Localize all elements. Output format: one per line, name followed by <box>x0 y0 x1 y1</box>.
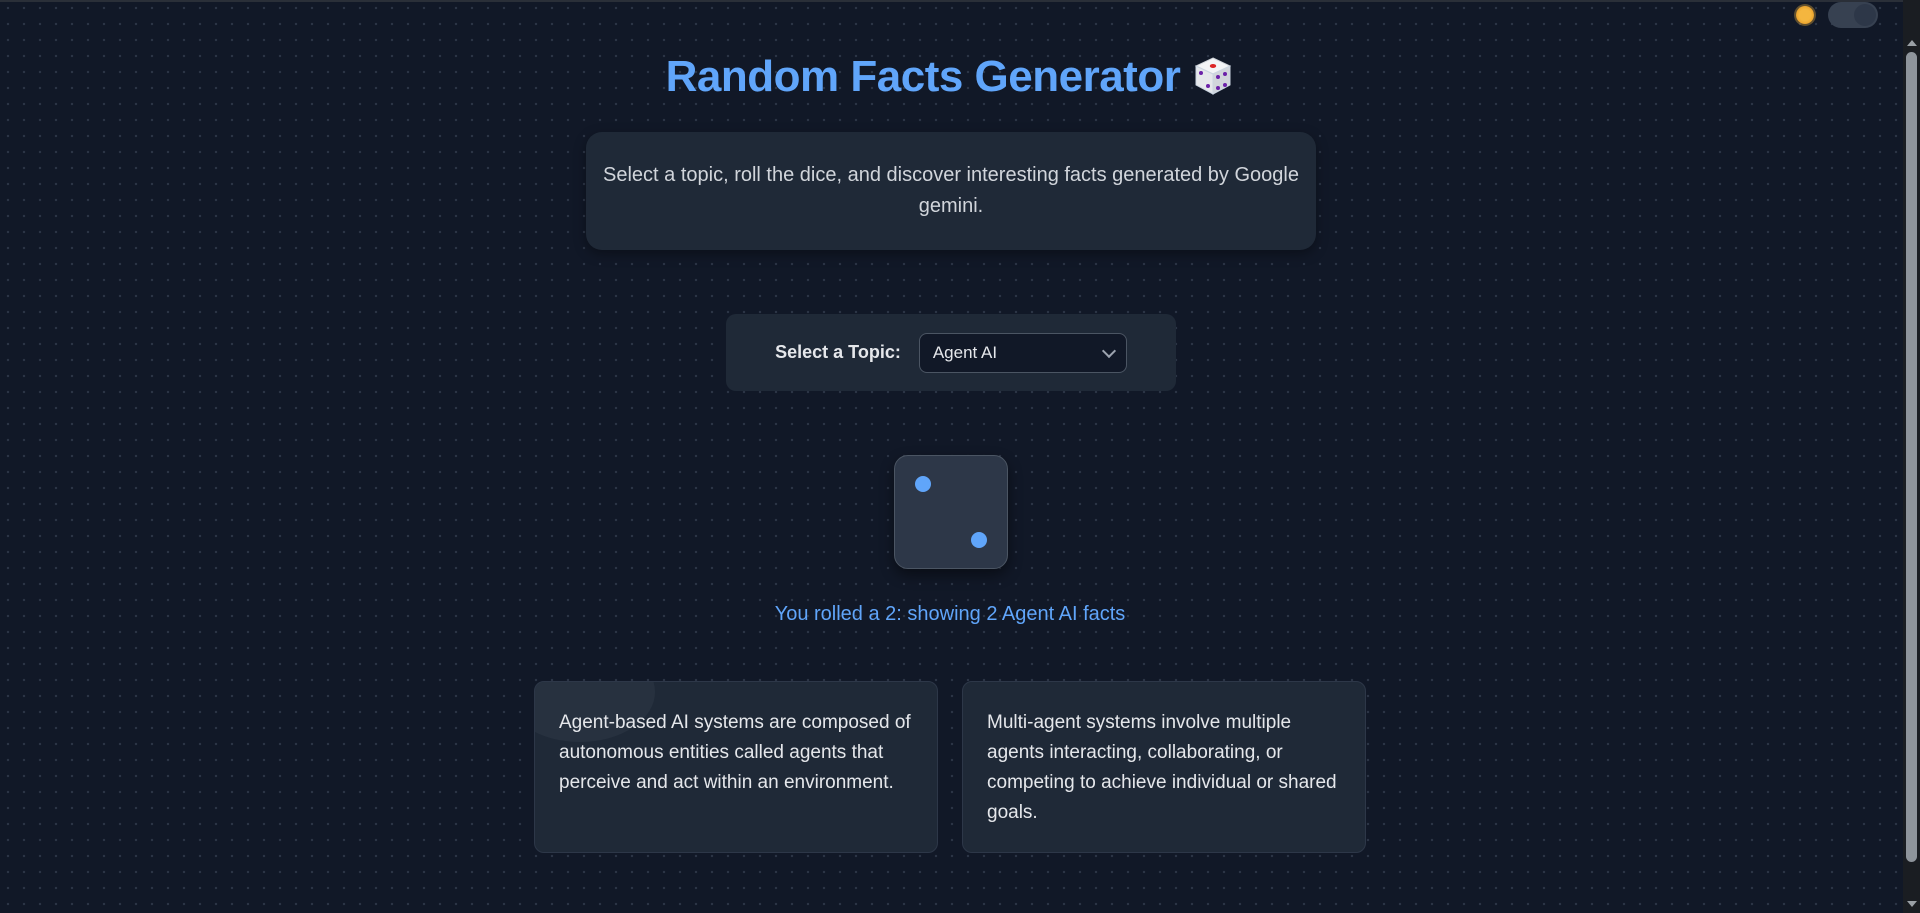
fact-text: Agent-based AI systems are composed of a… <box>559 712 911 793</box>
page-scrollbar[interactable] <box>1903 0 1920 913</box>
topic-select-value: Agent AI <box>932 342 998 362</box>
scroll-down-icon[interactable] <box>1907 901 1917 907</box>
scroll-up-icon[interactable] <box>1907 40 1917 46</box>
fact-card: Agent-based AI systems are composed of a… <box>534 681 938 853</box>
chevron-down-icon <box>1101 343 1116 358</box>
facts-list: Agent-based AI systems are composed of a… <box>534 681 1368 853</box>
fact-card: Multi-agent systems involve multiple age… <box>962 681 1366 853</box>
fact-text: Multi-agent systems involve multiple age… <box>987 712 1337 823</box>
page-title: Random Facts Generator <box>0 52 1900 102</box>
browser-top-border <box>0 0 1920 2</box>
scrollbar-thumb[interactable] <box>1906 52 1917 862</box>
theme-toggle[interactable] <box>1790 2 1880 28</box>
dice-button[interactable] <box>894 455 1008 569</box>
topic-selector: Select a Topic: Agent AI <box>726 314 1176 391</box>
topic-select[interactable]: Agent AI <box>918 332 1127 373</box>
die-pip <box>971 532 987 548</box>
dice-icon <box>1192 55 1234 97</box>
die-pip <box>915 476 931 492</box>
intro-text: Select a topic, roll the dice, and disco… <box>603 164 1299 217</box>
page-title-text: Random Facts Generator <box>665 52 1181 101</box>
intro-card: Select a topic, roll the dice, and disco… <box>586 132 1316 250</box>
sun-icon <box>1796 6 1814 24</box>
topic-label: Select a Topic: <box>775 342 901 362</box>
roll-result: You rolled a 2: showing 2 Agent AI facts <box>774 603 1126 625</box>
theme-switch[interactable] <box>1828 2 1878 28</box>
theme-switch-knob <box>1854 4 1876 26</box>
